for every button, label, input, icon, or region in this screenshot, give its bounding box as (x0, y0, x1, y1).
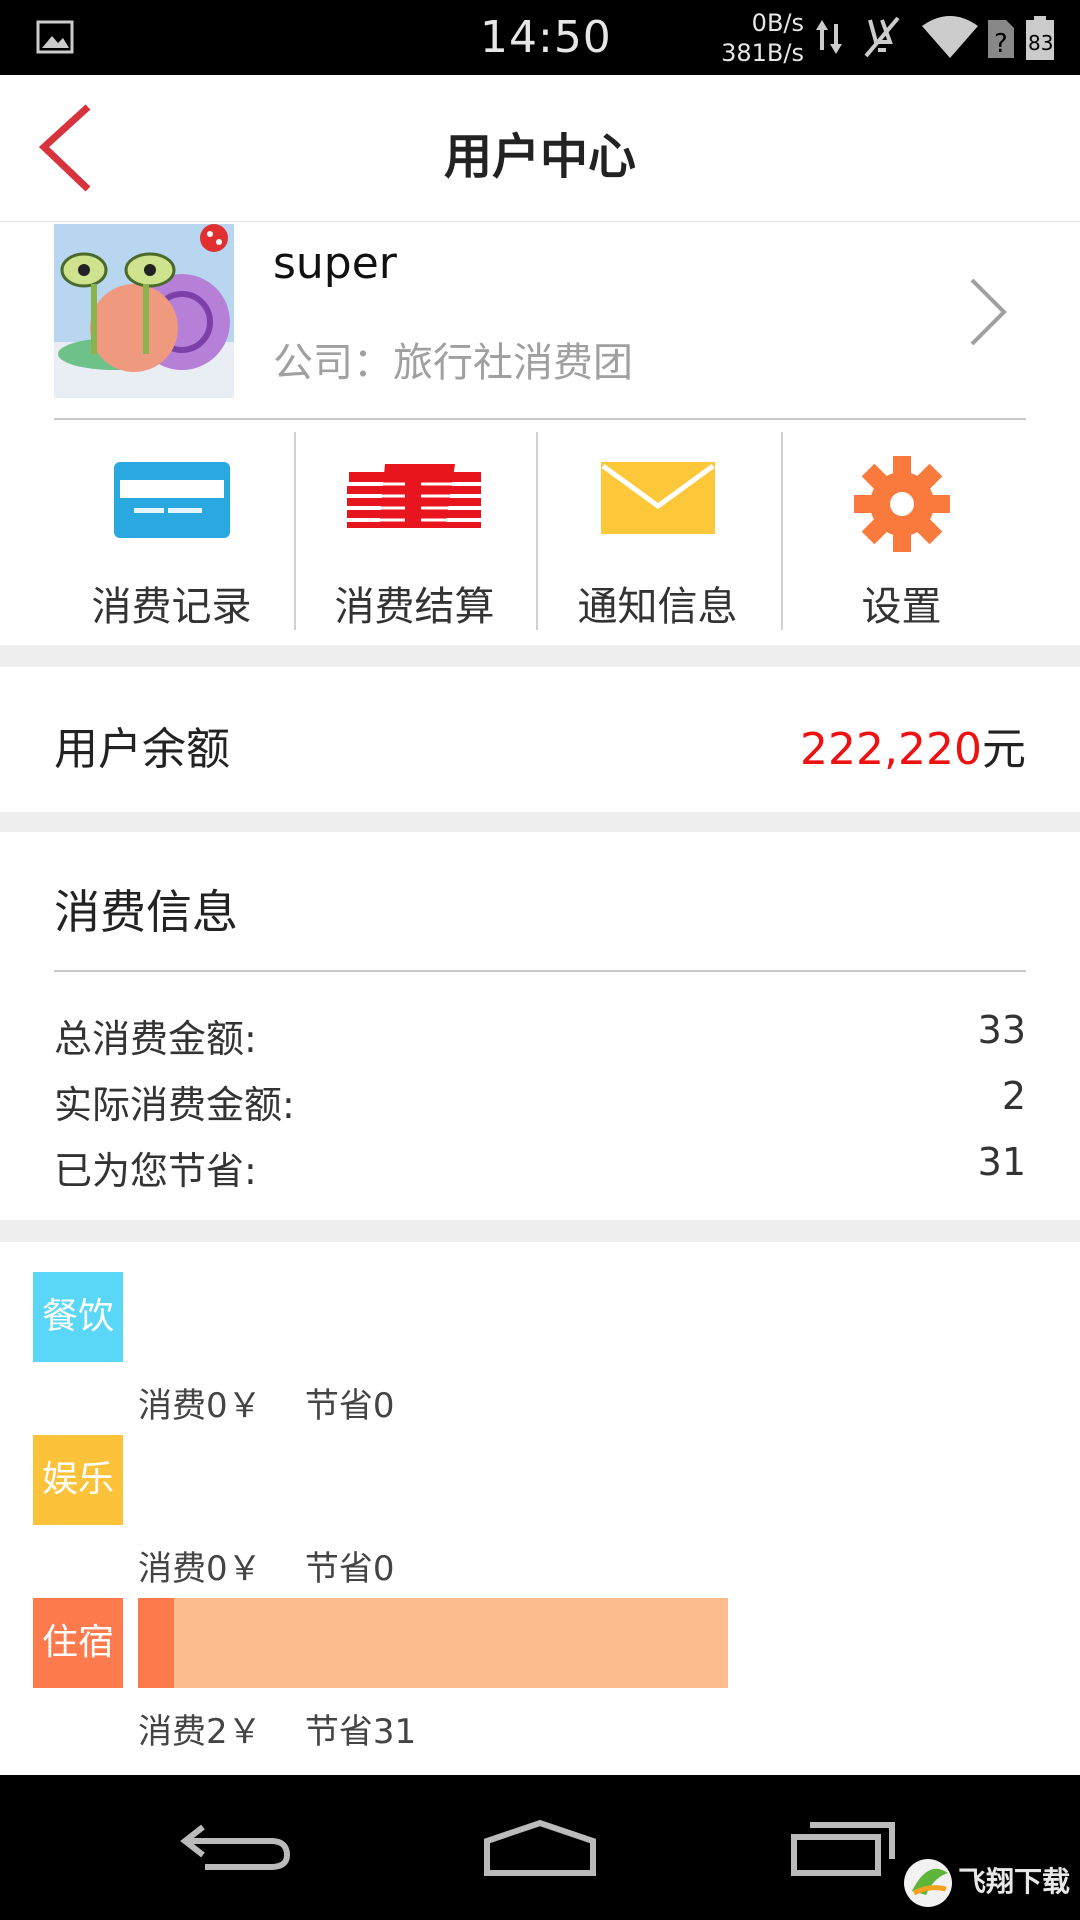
nav-recents-button[interactable] (780, 1811, 910, 1883)
action-settings[interactable]: 设置 (780, 432, 1023, 632)
section-gap (0, 812, 1080, 832)
info-value: 33 (977, 1008, 1026, 1052)
info-row-saved: 已为您节省: 31 (54, 1140, 1026, 1193)
section-gap (0, 645, 1080, 667)
action-label: 消费记录 (91, 584, 252, 630)
data-transfer-icon (816, 20, 842, 54)
category-bar-total (138, 1598, 728, 1688)
app-header: 用户中心 (0, 75, 1080, 222)
action-label: 通知信息 (577, 584, 738, 630)
section-gap (0, 1220, 1080, 1242)
action-consumption-settlement[interactable]: 消费结算 (293, 432, 536, 632)
balance-amount: 222,220 (800, 724, 982, 775)
clock: 14:50 (480, 12, 612, 63)
category-summary: 消费0￥ 节省0 (138, 1386, 395, 1426)
balance-unit: 元 (982, 724, 1026, 775)
info-label: 已为您节省: (54, 1149, 257, 1193)
category-tag-dining: 餐饮 (33, 1272, 123, 1362)
page-title: 用户中心 (443, 129, 636, 185)
divider (54, 418, 1026, 420)
info-value: 31 (977, 1140, 1026, 1184)
info-label: 实际消费金额: (54, 1083, 295, 1127)
balance-label: 用户余额 (54, 724, 230, 775)
gallery-notification-icon (36, 20, 74, 54)
quick-actions: 消费记录 消费结算 通知信息 设置 (0, 432, 1080, 632)
network-speed: 0B/s 381B/s (716, 8, 804, 68)
nav-home-button[interactable] (475, 1811, 605, 1883)
home-icon (484, 1819, 596, 1876)
category-tag-entertainment: 娱乐 (33, 1435, 123, 1525)
divider (54, 970, 1026, 972)
username: super (273, 238, 397, 289)
svg-text:?: ? (994, 29, 1008, 59)
vibrate-off-icon (864, 16, 900, 58)
envelope-icon (600, 462, 715, 534)
avatar (54, 224, 234, 398)
category-summary: 消费0￥ 节省0 (138, 1549, 395, 1589)
consumption-info: 消费信息 总消费金额: 33 实际消费金额: 2 已为您节省: 31 (0, 832, 1080, 1220)
action-label: 设置 (861, 584, 942, 630)
net-up-speed: 381B/s (721, 39, 804, 67)
action-notifications[interactable]: 通知信息 (536, 432, 779, 632)
chevron-right-icon (970, 278, 1007, 346)
action-consumption-records[interactable]: 消费记录 (50, 432, 293, 632)
no-sim-icon: ? (988, 20, 1014, 59)
divider (781, 432, 783, 630)
battery-icon: 83 (1026, 16, 1054, 60)
gear-icon (853, 456, 950, 552)
recent-apps-icon (791, 1822, 895, 1876)
profile-card[interactable]: super 公司：旅行社消费团 (0, 222, 1080, 420)
info-value: 2 (1001, 1074, 1026, 1118)
watermark-logo: 飞翔下载 (904, 1859, 1070, 1907)
money-stack-icon (346, 464, 481, 528)
info-row-actual: 实际消费金额: 2 (54, 1074, 1026, 1127)
balance-value: 222,220元 (800, 713, 1026, 777)
battery-level: 83 (1028, 31, 1053, 55)
credit-card-icon (113, 462, 230, 538)
category-tag-lodging: 住宿 (33, 1598, 123, 1688)
category-bar-spent (138, 1598, 174, 1688)
wifi-icon (922, 16, 978, 58)
divider (294, 432, 296, 630)
net-down-speed: 0B/s (751, 9, 804, 37)
info-row-total: 总消费金额: 33 (54, 1008, 1026, 1061)
info-label: 总消费金额: (54, 1017, 257, 1061)
nav-back-button[interactable] (175, 1811, 305, 1883)
status-bar: 14:50 0B/s 381B/s ? 83 (0, 0, 1080, 75)
balance-row: 用户余额 222,220元 (0, 667, 1080, 812)
svg-text:飞翔下载: 飞翔下载 (958, 1865, 1070, 1898)
back-arrow-icon (180, 1824, 291, 1870)
company-name: 公司：旅行社消费团 (273, 340, 633, 386)
category-breakdown: 餐饮 消费0￥ 节省0 娱乐 消费0￥ 节省0 住宿 消费2￥ 节省31 (0, 1242, 1080, 1774)
section-title: 消费信息 (54, 885, 238, 939)
divider (536, 432, 538, 630)
category-summary: 消费2￥ 节省31 (138, 1712, 417, 1752)
status-icons: ? 83 (816, 16, 1054, 60)
action-label: 消费结算 (334, 584, 495, 630)
